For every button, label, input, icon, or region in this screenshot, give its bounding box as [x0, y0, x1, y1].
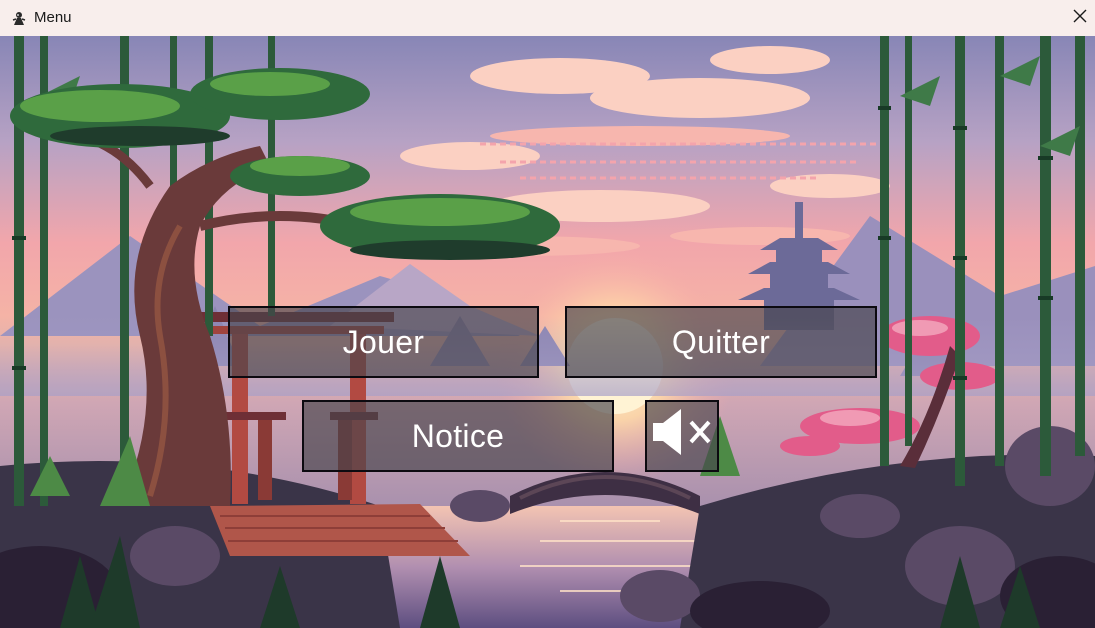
close-icon[interactable]	[1073, 9, 1087, 28]
mute-toggle-button[interactable]	[645, 400, 719, 472]
close-button[interactable]	[1065, 0, 1095, 36]
game-scene: Jouer Quitter Notice	[0, 36, 1095, 628]
speaker-muted-icon	[649, 406, 715, 466]
game-app-icon	[10, 9, 28, 27]
garden-background-image	[0, 36, 1095, 628]
quit-button[interactable]: Quitter	[565, 306, 877, 378]
play-button[interactable]: Jouer	[228, 306, 539, 378]
help-button[interactable]: Notice	[302, 400, 614, 472]
title-bar: Menu	[0, 0, 1095, 36]
window-title: Menu	[34, 9, 72, 26]
